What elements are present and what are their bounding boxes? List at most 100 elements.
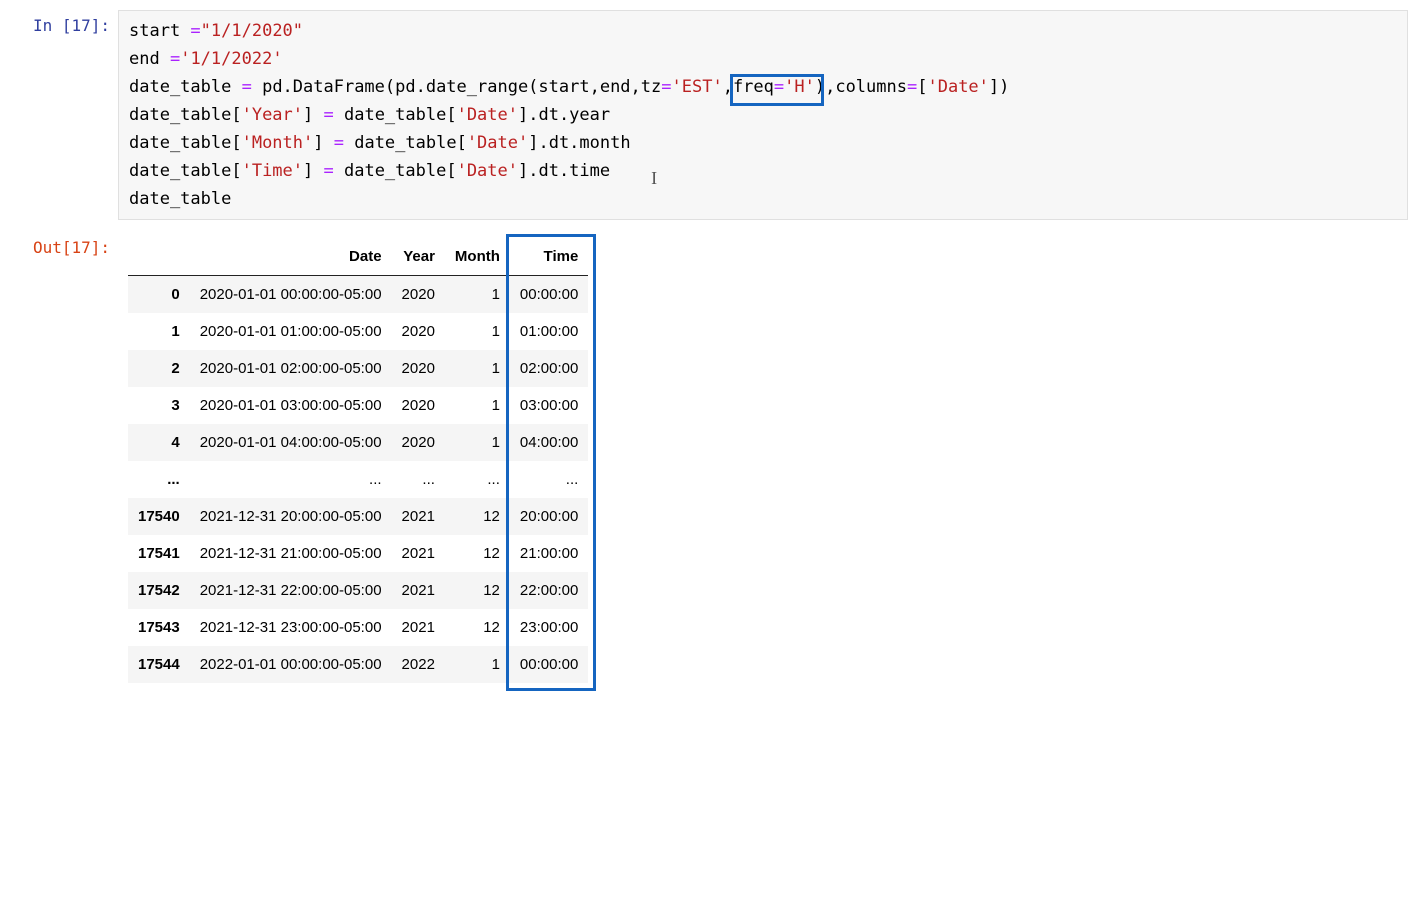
cell-year: 2020 bbox=[392, 387, 445, 424]
cell-year: 2021 bbox=[392, 498, 445, 535]
cell-year: 2021 bbox=[392, 609, 445, 646]
cell-date: ... bbox=[190, 461, 392, 498]
cell-year: 2020 bbox=[392, 313, 445, 350]
code-text: = bbox=[334, 133, 344, 153]
cell-month: 12 bbox=[445, 535, 510, 572]
code-text: date_table[ bbox=[129, 133, 242, 153]
cell-date: 2022-01-01 00:00:00-05:00 bbox=[190, 646, 392, 683]
code-text: = bbox=[242, 77, 252, 97]
code-text: 'Year' bbox=[242, 105, 303, 125]
code-text: ].dt.time bbox=[518, 161, 610, 181]
row-index: 0 bbox=[128, 276, 190, 314]
cell-date: 2021-12-31 22:00:00-05:00 bbox=[190, 572, 392, 609]
cell-month: 1 bbox=[445, 387, 510, 424]
code-text: ]) bbox=[989, 77, 1009, 97]
cell-month: 12 bbox=[445, 498, 510, 535]
cell-date: 2021-12-31 23:00:00-05:00 bbox=[190, 609, 392, 646]
cell-month: 1 bbox=[445, 646, 510, 683]
table-row: 32020-01-01 03:00:00-05:002020103:00:00 bbox=[128, 387, 588, 424]
cell-time: 01:00:00 bbox=[510, 313, 588, 350]
row-index: 2 bbox=[128, 350, 190, 387]
code-text: 'Date' bbox=[457, 105, 518, 125]
code-text: [ bbox=[917, 77, 927, 97]
row-index: ... bbox=[128, 461, 190, 498]
code-text: 'Date' bbox=[467, 133, 528, 153]
code-input[interactable]: start ="1/1/2020" end ='1/1/2022' date_t… bbox=[118, 10, 1408, 220]
cell-time: 00:00:00 bbox=[510, 646, 588, 683]
code-text: 'H' bbox=[784, 77, 815, 97]
table-row: 42020-01-01 04:00:00-05:002020104:00:00 bbox=[128, 424, 588, 461]
cell-date: 2020-01-01 04:00:00-05:00 bbox=[190, 424, 392, 461]
code-text: = bbox=[324, 105, 334, 125]
col-header-year: Year bbox=[392, 238, 445, 276]
cell-time: 02:00:00 bbox=[510, 350, 588, 387]
cell-date: 2020-01-01 00:00:00-05:00 bbox=[190, 276, 392, 314]
code-text: 'EST' bbox=[672, 77, 723, 97]
row-index: 1 bbox=[128, 313, 190, 350]
cell-month: 1 bbox=[445, 276, 510, 314]
code-text: = bbox=[324, 161, 334, 181]
text-cursor-icon: I bbox=[651, 164, 657, 194]
code-text: date_table[ bbox=[334, 161, 457, 181]
table-row: 175412021-12-31 21:00:00-05:0020211221:0… bbox=[128, 535, 588, 572]
cell-date: 2021-12-31 21:00:00-05:00 bbox=[190, 535, 392, 572]
code-text: ].dt.year bbox=[518, 105, 610, 125]
table-row: 175422021-12-31 22:00:00-05:0020211222:0… bbox=[128, 572, 588, 609]
cell-month: 12 bbox=[445, 609, 510, 646]
code-text: end bbox=[129, 49, 170, 69]
table-row: 175402021-12-31 20:00:00-05:0020211220:0… bbox=[128, 498, 588, 535]
code-text: date_table bbox=[129, 77, 242, 97]
table-row: 02020-01-01 00:00:00-05:002020100:00:00 bbox=[128, 276, 588, 314]
code-text: , bbox=[723, 77, 733, 97]
cell-year: 2020 bbox=[392, 350, 445, 387]
input-cell: In [17]: start ="1/1/2020" end ='1/1/202… bbox=[0, 10, 1408, 220]
col-header-date: Date bbox=[190, 238, 392, 276]
cell-month: ... bbox=[445, 461, 510, 498]
cell-year: ... bbox=[392, 461, 445, 498]
code-text: = bbox=[774, 77, 784, 97]
cell-time: 03:00:00 bbox=[510, 387, 588, 424]
cell-month: 1 bbox=[445, 313, 510, 350]
code-text: 'Date' bbox=[927, 77, 988, 97]
code-text: 'Month' bbox=[242, 133, 314, 153]
row-index: 17541 bbox=[128, 535, 190, 572]
input-prompt: In [17]: bbox=[0, 10, 118, 35]
code-text: pd.DataFrame(pd.date_range(start,end,tz bbox=[252, 77, 661, 97]
code-text: = bbox=[661, 77, 671, 97]
cell-time: 04:00:00 bbox=[510, 424, 588, 461]
index-header bbox=[128, 238, 190, 276]
table-row: 12020-01-01 01:00:00-05:002020101:00:00 bbox=[128, 313, 588, 350]
cell-year: 2020 bbox=[392, 276, 445, 314]
row-index: 17542 bbox=[128, 572, 190, 609]
cell-year: 2020 bbox=[392, 424, 445, 461]
code-text: start bbox=[129, 21, 190, 41]
code-text: '1/1/2022' bbox=[180, 49, 282, 69]
code-text: date_table[ bbox=[129, 105, 242, 125]
output-area: Date Year Month Time 02020-01-01 00:00:0… bbox=[118, 232, 1408, 683]
cell-month: 1 bbox=[445, 424, 510, 461]
table-row: ............... bbox=[128, 461, 588, 498]
row-index: 17543 bbox=[128, 609, 190, 646]
dataframe-table: Date Year Month Time 02020-01-01 00:00:0… bbox=[128, 238, 588, 683]
row-index: 17544 bbox=[128, 646, 190, 683]
row-index: 4 bbox=[128, 424, 190, 461]
code-text: ] bbox=[303, 105, 323, 125]
output-cell: Out[17]: Date Year Month Time 02020-01-0… bbox=[0, 232, 1408, 683]
code-text: ].dt.month bbox=[528, 133, 630, 153]
table-header-row: Date Year Month Time bbox=[128, 238, 588, 276]
cell-time: 23:00:00 bbox=[510, 609, 588, 646]
row-index: 3 bbox=[128, 387, 190, 424]
cell-time: ... bbox=[510, 461, 588, 498]
cell-date: 2020-01-01 01:00:00-05:00 bbox=[190, 313, 392, 350]
cell-time: 21:00:00 bbox=[510, 535, 588, 572]
code-text: ] bbox=[303, 161, 323, 181]
cell-month: 12 bbox=[445, 572, 510, 609]
code-text: date_table[ bbox=[344, 133, 467, 153]
code-text: = bbox=[170, 49, 180, 69]
code-text: 'Date' bbox=[457, 161, 518, 181]
code-text: = bbox=[190, 21, 200, 41]
code-text: "1/1/2020" bbox=[201, 21, 303, 41]
cell-date: 2020-01-01 03:00:00-05:00 bbox=[190, 387, 392, 424]
cell-time: 20:00:00 bbox=[510, 498, 588, 535]
cell-year: 2021 bbox=[392, 572, 445, 609]
